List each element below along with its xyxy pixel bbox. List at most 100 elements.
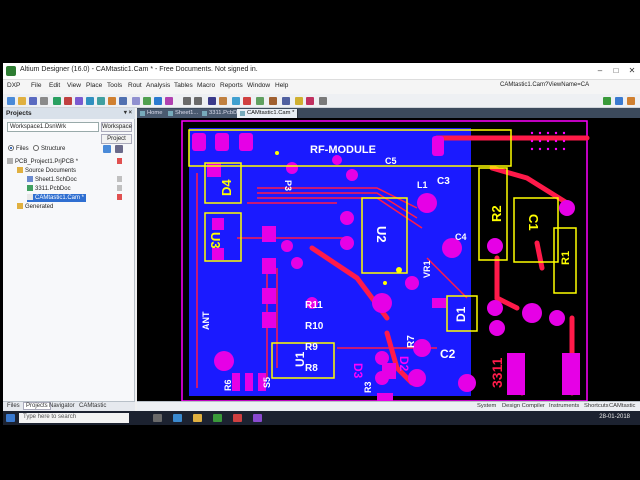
pad xyxy=(562,353,580,395)
route-icon[interactable] xyxy=(154,97,162,105)
status-system[interactable]: System xyxy=(477,403,496,409)
minimize-button[interactable]: – xyxy=(593,65,607,77)
tree-source-documents[interactable]: Source Documents xyxy=(17,167,76,175)
home-icon[interactable] xyxy=(627,97,635,105)
workspace-select[interactable]: Workspace1.DsnWrk xyxy=(7,122,99,132)
taskbar-search[interactable]: Type here to search xyxy=(19,413,129,423)
tab-projects[interactable]: Projects xyxy=(23,402,51,410)
panel-controls[interactable]: ▾ × xyxy=(124,109,132,116)
l1-label: L1 xyxy=(417,180,428,190)
measure-icon[interactable] xyxy=(108,97,116,105)
maximize-button[interactable]: □ xyxy=(609,65,623,77)
color-icon[interactable] xyxy=(306,97,314,105)
pad xyxy=(262,312,276,328)
tree-project[interactable]: PCB_Project1.PrjPCB * xyxy=(7,158,78,166)
c1-label: C1 xyxy=(526,214,541,231)
r6-label: R6 xyxy=(223,379,233,391)
tab-files[interactable]: Files xyxy=(7,403,20,409)
close-button[interactable]: ✕ xyxy=(625,65,639,77)
save-icon[interactable] xyxy=(29,97,37,105)
go-back-icon[interactable] xyxy=(615,97,623,105)
hole xyxy=(538,139,542,143)
menu-tables[interactable]: Tables xyxy=(174,82,193,89)
panel-title: Projects xyxy=(6,110,32,117)
open-icon[interactable] xyxy=(18,97,26,105)
workspace-button[interactable]: Workspace xyxy=(101,122,132,132)
redo-icon[interactable] xyxy=(194,97,202,105)
menu-reports[interactable]: Reports xyxy=(220,82,243,89)
menu-view[interactable]: View xyxy=(67,82,81,89)
edge-icon[interactable] xyxy=(173,414,182,422)
panel-refresh-icon[interactable] xyxy=(103,145,111,153)
app-icon[interactable] xyxy=(233,414,242,422)
pcb-drawing: RF-MODULE D4 P3 U3 ANT R11 R10 R9 R8 U2 … xyxy=(181,120,590,401)
menu-file[interactable]: File xyxy=(31,82,41,89)
tree-sheet[interactable]: Sheet1.SchDoc xyxy=(27,176,77,184)
drc-icon[interactable] xyxy=(165,97,173,105)
menu-window[interactable]: Window xyxy=(247,82,270,89)
options-icon[interactable] xyxy=(319,97,327,105)
menu-help[interactable]: Help xyxy=(275,82,288,89)
zoom-fit-icon[interactable] xyxy=(86,97,94,105)
print-icon[interactable] xyxy=(40,97,48,105)
go-forward-icon[interactable] xyxy=(603,97,611,105)
view-icon[interactable] xyxy=(256,97,264,105)
doctab-cam[interactable]: CAMtastic1.Cam * xyxy=(237,109,299,118)
flag-icon[interactable] xyxy=(64,97,72,105)
panel-settings-icon[interactable] xyxy=(115,145,123,153)
drill xyxy=(383,281,387,285)
document-path-field[interactable]: CAMtastic1.Cam?ViewName=CA xyxy=(500,82,589,88)
via xyxy=(372,293,392,313)
highlight-net-icon[interactable] xyxy=(295,97,303,105)
new-icon[interactable] xyxy=(7,97,15,105)
c5-label: C5 xyxy=(385,156,397,166)
rotate-icon[interactable] xyxy=(219,97,227,105)
highlight-icon[interactable] xyxy=(143,97,151,105)
menu-dxp[interactable]: DXP xyxy=(7,82,20,89)
via xyxy=(549,310,565,326)
layers-icon[interactable] xyxy=(53,97,61,105)
table-icon[interactable] xyxy=(282,97,290,105)
clear-icon[interactable] xyxy=(243,97,251,105)
start-icon[interactable] xyxy=(6,414,15,422)
windows-taskbar: Type here to search 28-01-2018 xyxy=(3,411,640,425)
tab-navigator[interactable]: Navigator xyxy=(49,403,75,409)
status-instruments[interactable]: Instruments xyxy=(549,403,579,409)
select-icon[interactable] xyxy=(97,97,105,105)
menu-analysis[interactable]: Analysis xyxy=(146,82,170,89)
status-camtastic[interactable]: CAMtastic xyxy=(609,403,635,409)
menu-place[interactable]: Place xyxy=(86,82,102,89)
menu-macro[interactable]: Macro xyxy=(197,82,215,89)
grid-icon[interactable] xyxy=(119,97,127,105)
hole xyxy=(554,139,558,143)
explorer-icon[interactable] xyxy=(193,414,202,422)
filter-icon[interactable] xyxy=(269,97,277,105)
hole xyxy=(562,147,566,151)
tree-pcb[interactable]: 3311.PcbDoc xyxy=(27,185,71,193)
tree-generated[interactable]: Generated xyxy=(17,203,53,211)
app-icon[interactable] xyxy=(253,414,262,422)
snap-icon[interactable] xyxy=(132,97,140,105)
zoom-icon[interactable] xyxy=(75,97,83,105)
mirror-icon[interactable] xyxy=(232,97,240,105)
doctab-sheet[interactable]: Sheet1... xyxy=(165,109,203,118)
u2-label: U2 xyxy=(374,226,389,243)
hole xyxy=(546,131,550,135)
status-design-compiler[interactable]: Design Compiler xyxy=(502,403,545,409)
task-view-icon[interactable] xyxy=(153,414,162,422)
tree-cam[interactable]: CAMtastic1.Cam * xyxy=(27,194,87,202)
structure-radio[interactable]: Structure xyxy=(33,145,65,152)
pcb-canvas[interactable]: RF-MODULE D4 P3 U3 ANT R11 R10 R9 R8 U2 … xyxy=(137,118,640,401)
status-shortcuts[interactable]: Shortcuts xyxy=(584,403,609,409)
menu-edit[interactable]: Edit xyxy=(49,82,60,89)
files-radio[interactable]: Files xyxy=(8,145,29,152)
doctab-home[interactable]: Home xyxy=(137,109,167,118)
menu-tools[interactable]: Tools xyxy=(107,82,122,89)
altium-taskbar-icon[interactable] xyxy=(213,414,222,422)
tab-camtastic[interactable]: CAMtastic xyxy=(79,403,106,409)
menu-rout[interactable]: Rout xyxy=(128,82,142,89)
radio-off-icon xyxy=(33,145,39,151)
move-icon[interactable] xyxy=(208,97,216,105)
project-button[interactable]: Project xyxy=(101,134,132,144)
undo-icon[interactable] xyxy=(183,97,191,105)
